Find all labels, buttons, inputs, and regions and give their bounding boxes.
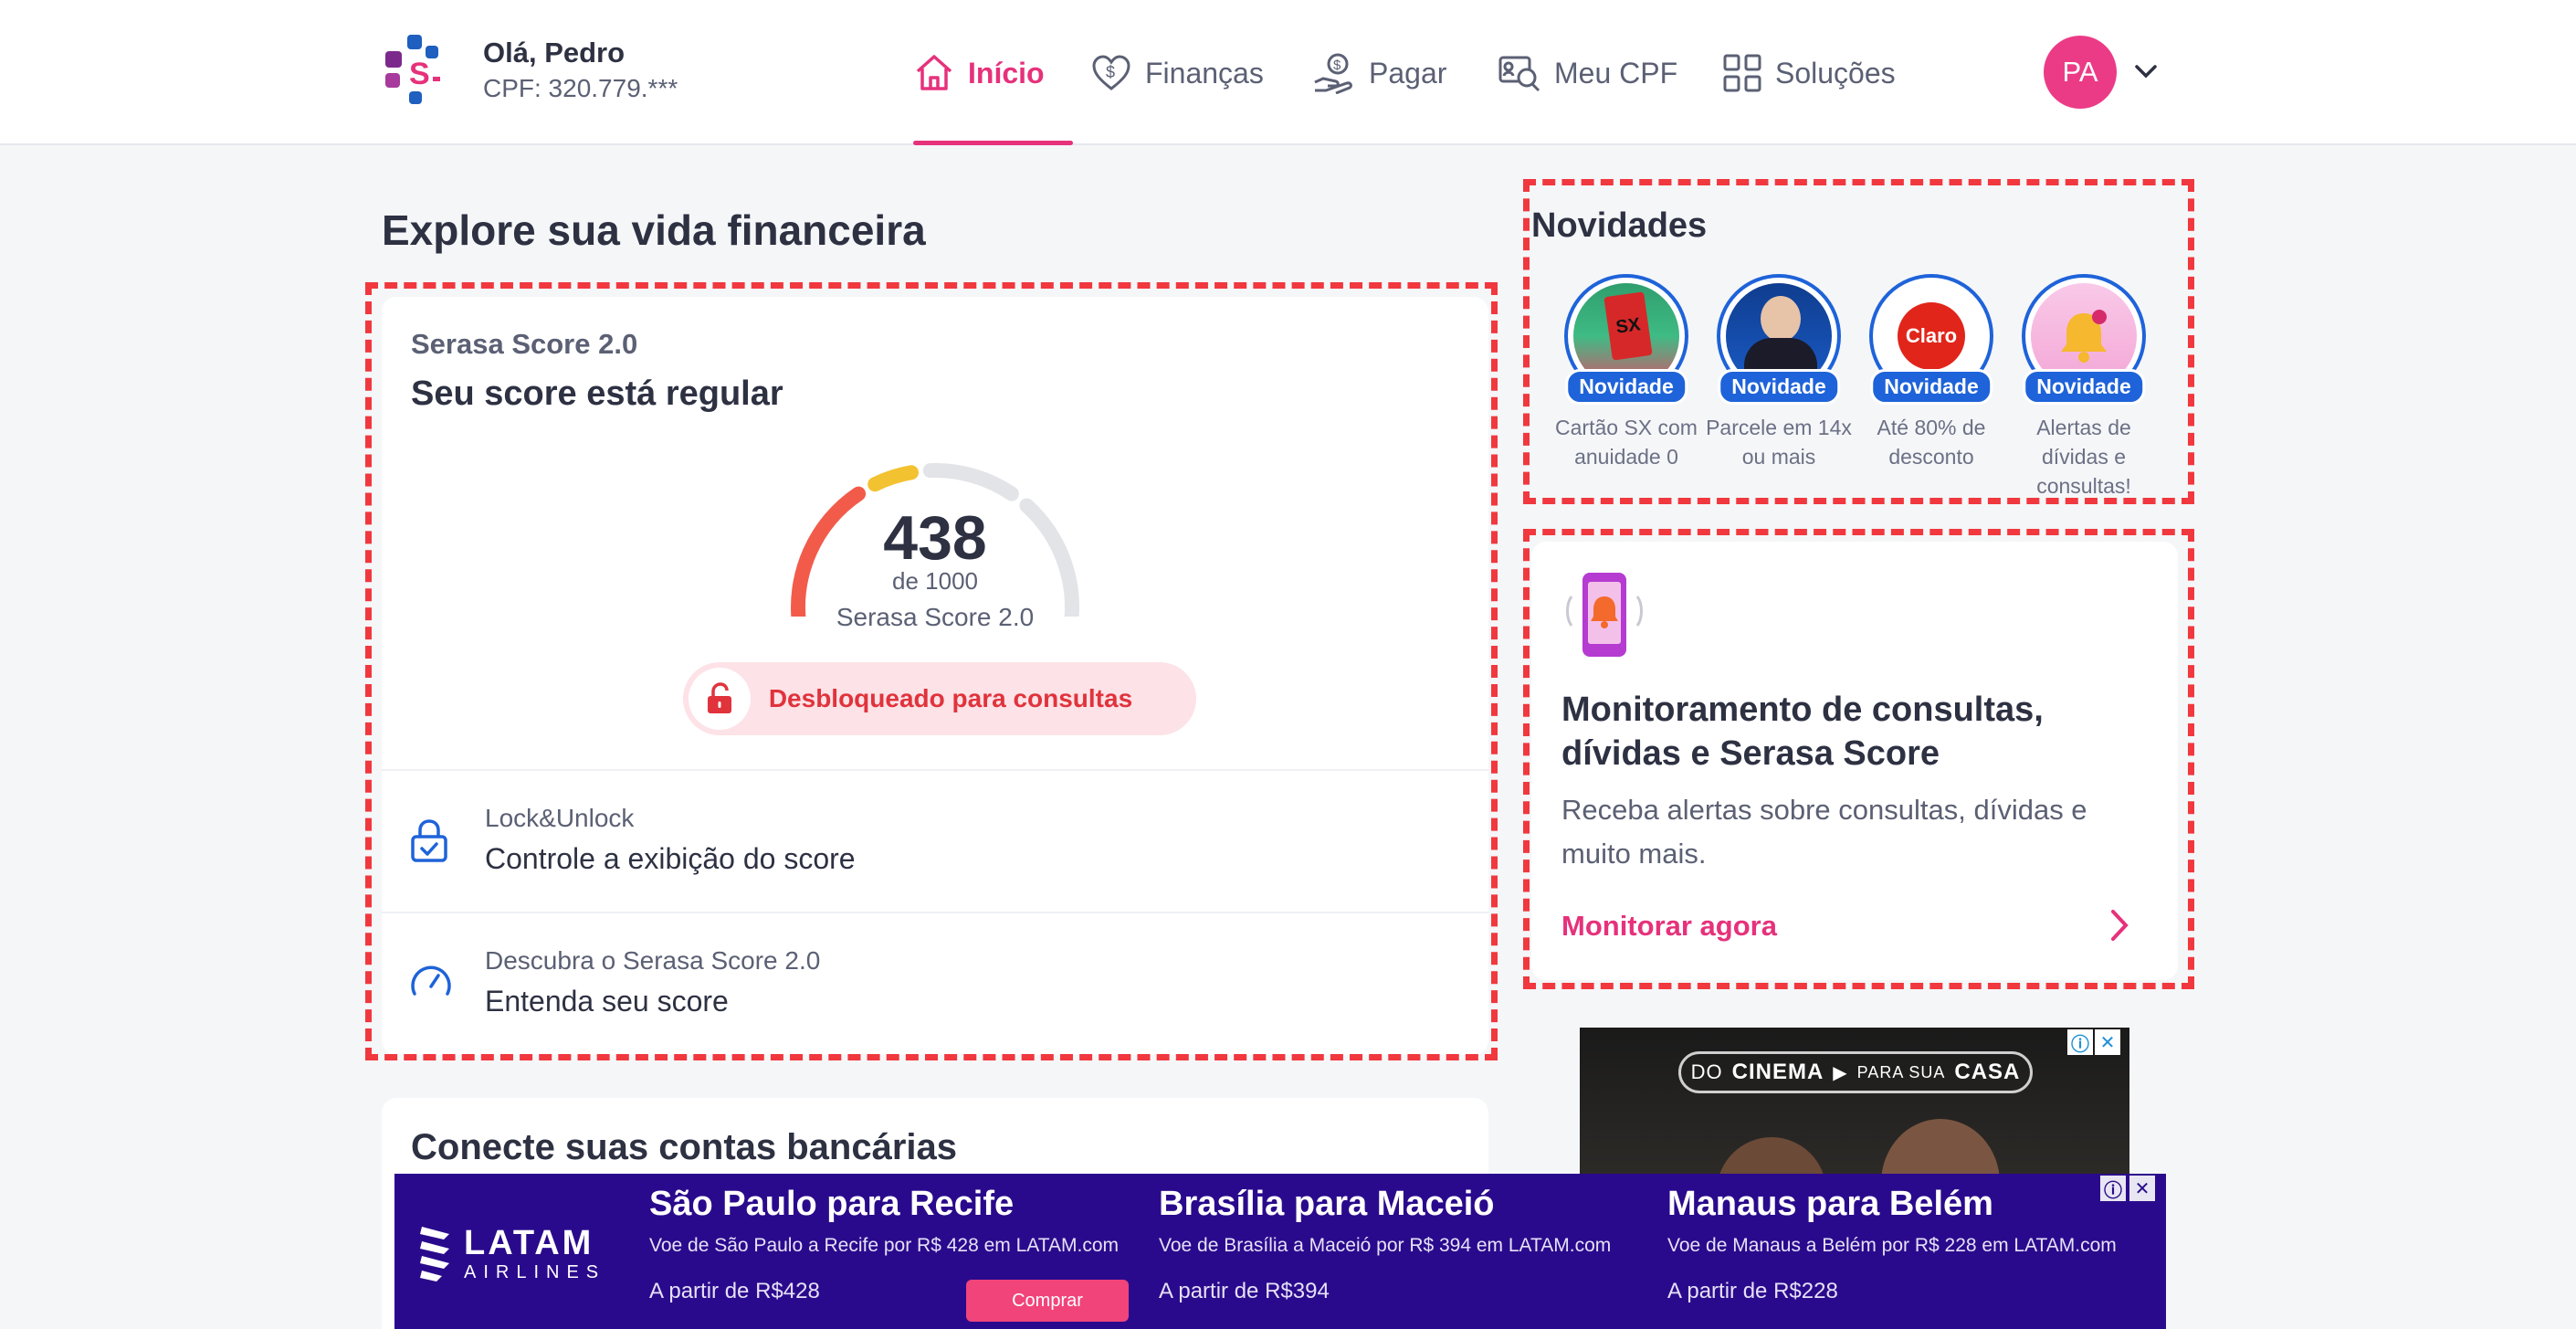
ad-close-icon[interactable]: ✕ <box>2129 1176 2155 1201</box>
latam-logo: LATAM AIRLINES <box>416 1225 605 1283</box>
route-offer[interactable]: Brasília para Maceió Voe de Brasília a M… <box>1159 1185 1611 1304</box>
nav-solucoes[interactable]: Soluções <box>1722 46 1896 100</box>
user-cpf: CPF: 320.779.*** <box>483 74 678 102</box>
avatar[interactable]: PA <box>2044 36 2117 109</box>
active-tab-indicator <box>913 141 1073 145</box>
route-price: A partir de R$394 <box>1159 1279 1330 1303</box>
ad-info-icon[interactable]: ⓘ <box>2067 1029 2093 1055</box>
top-header: S Olá, Pedro CPF: 320.779.*** Início $ F… <box>0 0 2576 145</box>
latam-brand-sub: AIRLINES <box>464 1262 606 1282</box>
nav-label: Início <box>968 56 1045 90</box>
route-subtitle: Voe de Manaus a Belém por R$ 228 em LATA… <box>1667 1235 2117 1256</box>
ad-text: PARA SUA <box>1856 1062 1946 1081</box>
route-title: Brasília para Maceió <box>1159 1185 1495 1223</box>
nav-inicio[interactable]: Início <box>913 46 1045 100</box>
highlight-news <box>1523 179 2194 504</box>
home-icon <box>916 55 952 90</box>
route-offer[interactable]: Manaus para Belém Voe de Manaus a Belém … <box>1667 1185 2117 1304</box>
ad-text: DO <box>1690 1060 1723 1083</box>
cinema-ad-pill: DO CINEMA ▶ PARA SUA CASA <box>1678 1051 2033 1093</box>
nav-financas[interactable]: $ Finanças <box>1090 46 1264 100</box>
grid-icon <box>1723 54 1761 92</box>
user-greeting: Olá, Pedro <box>483 37 626 69</box>
route-price: A partir de R$228 <box>1667 1279 1838 1303</box>
id-search-icon <box>1498 56 1540 92</box>
highlight-monitor-card <box>1523 529 2194 989</box>
svg-text:$: $ <box>1106 63 1115 81</box>
nav-meu-cpf[interactable]: Meu CPF <box>1498 46 1677 100</box>
nav-label: Soluções <box>1775 56 1896 90</box>
bank-card-title: Conecte suas contas bancárias <box>411 1127 958 1167</box>
serasa-logo[interactable]: S <box>382 31 447 108</box>
chevron-down-icon[interactable] <box>2132 60 2160 82</box>
ad-text: CASA <box>1954 1060 2021 1084</box>
ad-close-icon[interactable]: ✕ <box>2095 1029 2120 1055</box>
latam-mark-icon <box>420 1227 449 1282</box>
svg-text:$: $ <box>1333 58 1341 73</box>
play-icon: ▶ <box>1833 1062 1848 1083</box>
route-title: Manaus para Belém <box>1667 1185 1993 1223</box>
nav-label: Meu CPF <box>1554 56 1678 90</box>
nav-label: Finanças <box>1145 56 1264 90</box>
page-title: Explore sua vida financeira <box>382 206 926 254</box>
nav-label: Pagar <box>1369 56 1447 90</box>
buy-button[interactable]: Comprar <box>966 1280 1129 1322</box>
route-subtitle: Voe de Brasília a Maceió por R$ 394 em L… <box>1159 1235 1612 1256</box>
latam-brand: LATAM <box>464 1224 594 1262</box>
ad-text: CINEMA <box>1731 1060 1824 1084</box>
route-subtitle: Voe de São Paulo a Recife por R$ 428 em … <box>649 1235 1119 1256</box>
hand-coin-icon: $ <box>1314 53 1352 94</box>
nav-pagar[interactable]: $ Pagar <box>1312 46 1446 100</box>
latam-banner-ad[interactable]: LATAM AIRLINES São Paulo para Recife Voe… <box>394 1174 2166 1329</box>
heart-dollar-icon: $ <box>1092 55 1130 90</box>
svg-text:S: S <box>409 57 430 91</box>
route-title: São Paulo para Recife <box>649 1185 1015 1223</box>
ad-info-icon[interactable]: ⓘ <box>2100 1176 2126 1201</box>
highlight-score-card <box>365 282 1498 1060</box>
